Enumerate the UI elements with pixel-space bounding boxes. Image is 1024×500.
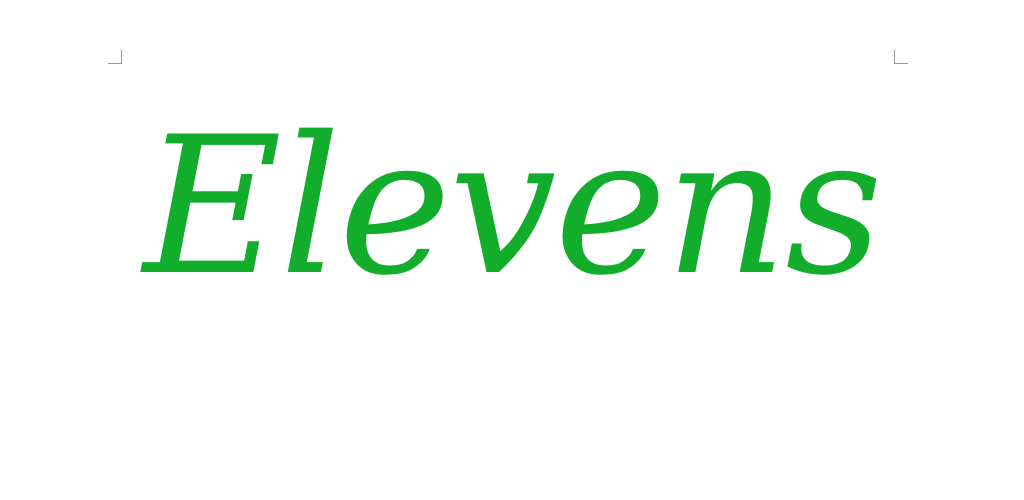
margin-corner-top-left (108, 50, 122, 64)
margin-corner-top-right (894, 50, 908, 64)
title-word: Elevens (143, 96, 883, 317)
document-page: Elevens (0, 0, 1024, 500)
